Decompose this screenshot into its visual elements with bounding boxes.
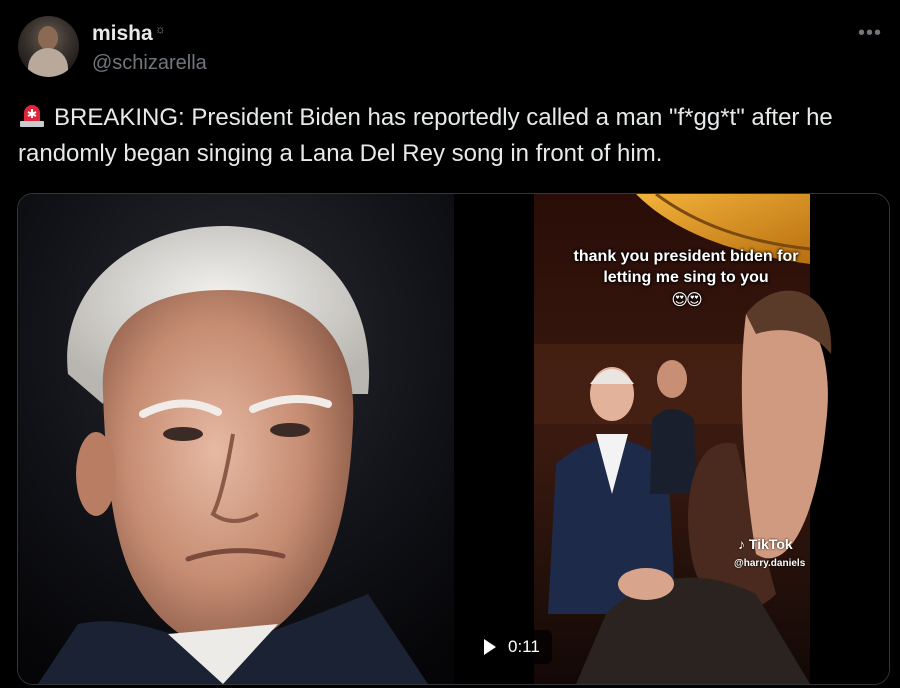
avatar-head xyxy=(38,26,58,50)
avatar-body xyxy=(28,48,68,77)
display-name-text: misha xyxy=(92,22,153,45)
user-handle[interactable]: @schizarella xyxy=(92,52,207,75)
media-grid: thank you president biden for letting me… xyxy=(17,193,890,685)
tiktok-watermark: ♪ TikTok xyxy=(738,536,793,552)
play-button[interactable]: 0:11 xyxy=(474,630,552,664)
video-duration: 0:11 xyxy=(508,637,540,656)
tweet-text: BREAKING: President Biden has reportedly… xyxy=(18,104,833,167)
name-badge: ☼ xyxy=(154,22,166,36)
play-icon xyxy=(484,639,496,655)
video-player[interactable]: thank you president biden for letting me… xyxy=(456,194,889,684)
tiktok-brand: TikTok xyxy=(748,536,793,552)
tiktok-logo-icon: ♪ xyxy=(738,536,745,552)
tweet-body: BREAKING: President Biden has reportedly… xyxy=(18,100,888,172)
more-options-icon[interactable]: ••• xyxy=(858,22,882,45)
video-caption: thank you president biden for letting me… xyxy=(551,246,821,311)
rotating-light-icon xyxy=(18,101,46,129)
video-caption-text: thank you president biden for letting me… xyxy=(573,248,799,286)
avatar[interactable] xyxy=(18,16,79,77)
tiktok-handle: @harry.daniels xyxy=(734,558,806,569)
photo-biden-portrait[interactable] xyxy=(18,194,454,684)
tweet-header: misha ☼ @schizarella ••• xyxy=(18,16,882,80)
display-name[interactable]: misha ☼ xyxy=(92,22,166,46)
video-caption-emoji: 😍😍 xyxy=(671,292,702,309)
